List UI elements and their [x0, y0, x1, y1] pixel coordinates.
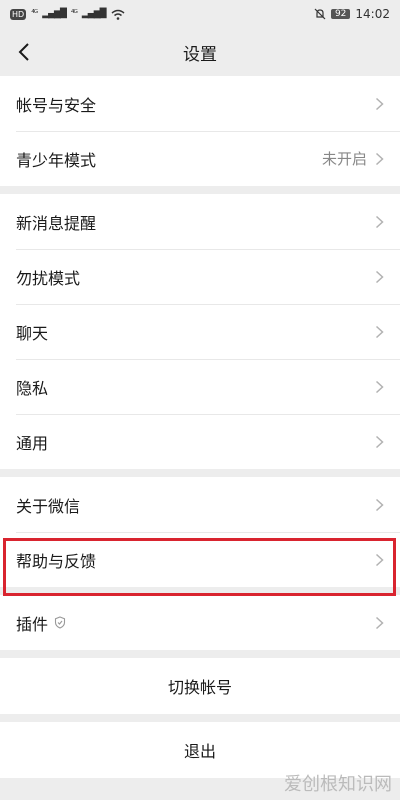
status-right: 92 14:02	[314, 7, 390, 21]
teen-mode-status: 未开启	[321, 150, 367, 168]
logout-label: 退出	[183, 742, 216, 761]
settings-row-new-message[interactable]: 新消息提醒	[0, 194, 400, 249]
row-label: 新消息提醒	[16, 213, 97, 233]
battery-icon: 92	[330, 9, 351, 19]
network-label-1: ⁴ᴳ	[31, 9, 38, 19]
page-title: 设置	[183, 44, 217, 65]
settings-row-account-security[interactable]: 帐号与安全	[0, 76, 400, 131]
group-account: 帐号与安全 青少年模式 未开启	[0, 76, 400, 186]
settings-row-about-wechat[interactable]: 关于微信	[0, 477, 400, 532]
chevron-right-icon	[375, 215, 384, 228]
row-label: 通用	[16, 433, 49, 453]
chevron-right-icon	[375, 435, 384, 448]
row-right: 未开启	[322, 148, 384, 169]
chevron-right-icon	[375, 498, 384, 511]
watermark: 爱创根知识网	[284, 770, 392, 796]
row-label: 勿扰模式	[16, 268, 81, 288]
chevron-right-icon	[375, 97, 384, 110]
chevron-right-icon	[375, 270, 384, 283]
switch-account-button[interactable]: 切换帐号	[0, 658, 400, 714]
signal-icon: ▂▄▆█	[42, 9, 67, 19]
status-left: HD ⁴ᴳ ▂▄▆█ ⁴ᴳ ▂▄▆█	[10, 8, 125, 20]
network-label-2: ⁴ᴳ	[70, 9, 78, 19]
group-notifications: 新消息提醒 勿扰模式 聊天 隐私 通用	[0, 194, 400, 469]
chevron-right-icon	[375, 380, 384, 393]
row-label: 隐私	[16, 378, 49, 398]
chevron-right-icon	[375, 325, 384, 338]
settings-row-teen-mode[interactable]: 青少年模式 未开启	[0, 131, 400, 186]
chevron-right-icon	[375, 553, 384, 566]
signal-icon-2: ▂▄▆█	[81, 9, 107, 19]
status-bar: HD ⁴ᴳ ▂▄▆█ ⁴ᴳ ▂▄▆█ 92 14:02	[0, 0, 400, 28]
row-label: 帐号与安全	[16, 95, 97, 115]
group-about: 关于微信 帮助与反馈	[0, 477, 400, 587]
mute-bell-icon	[314, 8, 326, 20]
row-label: 帮助与反馈	[16, 551, 97, 571]
settings-row-privacy[interactable]: 隐私	[0, 359, 400, 414]
switch-account-label: 切换帐号	[167, 678, 232, 697]
chevron-right-icon	[375, 616, 384, 629]
shield-icon	[54, 616, 66, 629]
row-label: 聊天	[16, 323, 49, 343]
settings-row-general[interactable]: 通用	[0, 414, 400, 469]
row-label: 关于微信	[16, 496, 81, 516]
watermark-text: 爱创根知识网	[284, 774, 392, 795]
back-button[interactable]	[8, 36, 40, 68]
row-label: 青少年模式	[16, 150, 97, 170]
row-label: 插件	[16, 614, 49, 634]
group-plugins: 插件	[0, 595, 400, 650]
hd-badge: HD	[10, 8, 27, 20]
chevron-right-icon	[375, 152, 384, 165]
chevron-left-icon	[18, 43, 29, 61]
settings-row-help-feedback[interactable]: 帮助与反馈	[0, 532, 400, 587]
settings-row-plugins[interactable]: 插件	[0, 595, 400, 650]
row-label-with-icon: 插件	[16, 611, 66, 635]
clock: 14:02	[355, 7, 390, 21]
wifi-icon	[111, 9, 125, 20]
nav-bar: 设置	[0, 28, 400, 76]
settings-row-chat[interactable]: 聊天	[0, 304, 400, 359]
settings-row-do-not-disturb[interactable]: 勿扰模式	[0, 249, 400, 304]
